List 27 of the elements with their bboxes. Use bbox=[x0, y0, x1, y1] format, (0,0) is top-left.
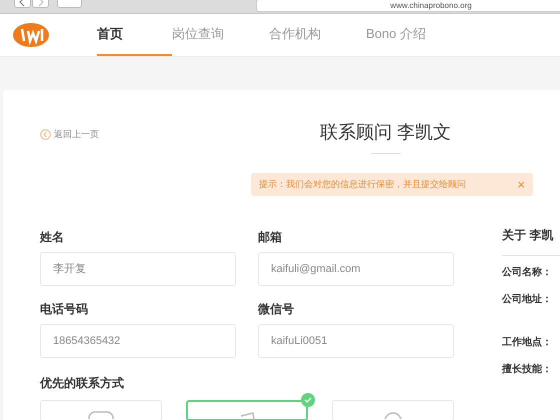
input-field[interactable]: kaifuLi0051 bbox=[258, 324, 454, 358]
info-label: 公司地址： bbox=[502, 293, 553, 307]
info-label: 公司名称： bbox=[502, 266, 553, 280]
back-link[interactable]: 返回上一页 bbox=[40, 128, 160, 142]
field-label: 邮箱 bbox=[258, 229, 283, 245]
alert-text: 提示：我们会对您的信息进行保密，并且提交给顾问 bbox=[259, 178, 466, 191]
device-icon bbox=[88, 411, 114, 419]
close-button[interactable]: × bbox=[517, 178, 525, 191]
field-label: 姓名 bbox=[40, 229, 65, 245]
nav-tab[interactable]: 岗位查询 bbox=[172, 14, 269, 56]
input-field[interactable]: kaifuli@gmail.com bbox=[258, 252, 454, 286]
info-label: 擅长技能： bbox=[502, 363, 553, 377]
nav-tab[interactable]: 合作机构 bbox=[269, 14, 366, 56]
field-label: 优先的联系方式 bbox=[40, 375, 125, 391]
field-label: 微信号 bbox=[258, 301, 295, 317]
info-label: 工作地点： bbox=[502, 336, 553, 350]
nav-tab[interactable]: Bono 介绍 bbox=[366, 14, 463, 56]
field-label: 电话号码 bbox=[40, 301, 89, 317]
page-title: 联系顾问 李凯文 bbox=[320, 121, 452, 144]
input-field[interactable]: 李开复 bbox=[40, 252, 236, 286]
nav-tab[interactable]: 首页 bbox=[97, 14, 172, 56]
chevron-left-icon bbox=[40, 129, 51, 140]
address-bar[interactable]: www.chinaprobono.org bbox=[256, 0, 560, 12]
logo-icon bbox=[12, 21, 50, 49]
check-icon bbox=[301, 393, 315, 407]
section-title: 关于 李凯 bbox=[502, 227, 554, 243]
input-field[interactable]: 18654365432 bbox=[40, 324, 236, 358]
